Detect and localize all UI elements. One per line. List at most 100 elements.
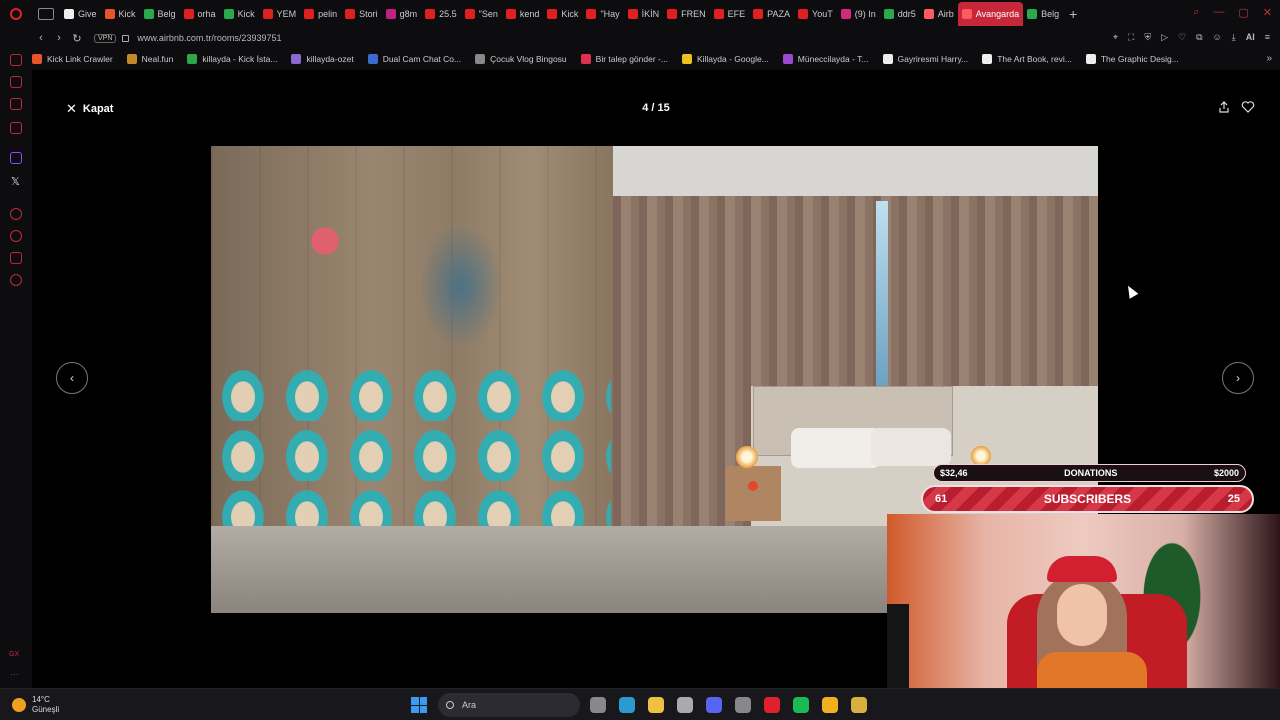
bookmark-item[interactable]: Bir talep gönder -... bbox=[580, 54, 668, 64]
bookmark-item[interactable]: Gayriresmi Harry... bbox=[882, 54, 968, 64]
bookmark-item[interactable]: The Art Book, revi... bbox=[982, 54, 1072, 64]
opera-gx-icon[interactable] bbox=[764, 697, 780, 713]
browser-tab[interactable]: Belg bbox=[1023, 2, 1063, 26]
minimize-icon[interactable]: — bbox=[1213, 6, 1224, 19]
photo-counter: 4 / 15 bbox=[642, 102, 670, 114]
player-icon[interactable] bbox=[10, 208, 22, 220]
instagram-icon[interactable] bbox=[10, 98, 22, 110]
subscribers-label: SUBSCRIBERS bbox=[1043, 492, 1132, 506]
bookmark-label: Çocuk Vlog Bingosu bbox=[490, 54, 567, 64]
bookmark-item[interactable]: Dual Cam Chat Co... bbox=[367, 54, 461, 64]
screenshot-icon[interactable]: ⛶ bbox=[1128, 32, 1134, 43]
weather-desc: Güneşli bbox=[32, 705, 60, 714]
extensions-icon[interactable]: ⧉ bbox=[1196, 32, 1202, 43]
save-heart-icon[interactable] bbox=[1241, 100, 1255, 114]
previous-photo-button[interactable]: ‹ bbox=[56, 362, 88, 394]
vpn-badge[interactable]: VPN bbox=[94, 33, 117, 43]
browser-tab[interactable]: (9) In bbox=[837, 2, 880, 26]
download-icon[interactable]: ⤓ bbox=[1232, 32, 1236, 43]
bookmark-item[interactable]: killayda-ozet bbox=[291, 54, 354, 64]
search-tabs-icon[interactable]: ⌕ bbox=[1193, 6, 1199, 19]
taskbar-search[interactable]: Ara bbox=[438, 693, 580, 717]
bookmark-item[interactable]: Neal.fun bbox=[126, 54, 173, 64]
subscribers-goal: 25 bbox=[1227, 493, 1240, 505]
pin-icon[interactable]: ⌖ bbox=[1113, 32, 1118, 43]
more-icon[interactable]: ··· bbox=[10, 669, 19, 679]
bookmarks-overflow-icon[interactable]: » bbox=[1266, 53, 1272, 64]
bookmark-label: killayda-ozet bbox=[306, 54, 354, 64]
reload-icon[interactable]: ↻ bbox=[68, 32, 86, 45]
edge-icon[interactable] bbox=[619, 697, 635, 713]
browser-tab[interactable]: İKİN bbox=[624, 2, 664, 26]
shield-icon[interactable]: ⛨ bbox=[1144, 32, 1151, 43]
start-button[interactable] bbox=[411, 697, 427, 713]
share-icon[interactable] bbox=[1218, 101, 1230, 113]
browser-tab[interactable]: FREN bbox=[663, 2, 710, 26]
browser-tab[interactable]: Airb bbox=[920, 2, 958, 26]
twitch-icon[interactable] bbox=[10, 152, 22, 164]
steam-icon[interactable] bbox=[735, 697, 751, 713]
browser-tab[interactable]: ddr5 bbox=[880, 2, 920, 26]
browser-tab[interactable]: g8m bbox=[382, 2, 422, 26]
bookmark-item[interactable]: Çocuk Vlog Bingosu bbox=[475, 54, 567, 64]
app-icon[interactable] bbox=[851, 697, 867, 713]
history-icon[interactable] bbox=[10, 230, 22, 242]
bookmark-item[interactable]: Kick Link Crawler bbox=[32, 54, 113, 64]
ai-sidebar-icon[interactable] bbox=[10, 54, 22, 66]
discord-sidebar-icon[interactable] bbox=[10, 122, 22, 134]
messenger-icon[interactable] bbox=[10, 76, 22, 88]
bookmark-item[interactable]: Killayda - Google... bbox=[681, 54, 769, 64]
browser-tab[interactable]: Give bbox=[60, 2, 101, 26]
settings-icon[interactable] bbox=[677, 697, 693, 713]
bookmark-item[interactable]: killayda - Kick İsta... bbox=[187, 54, 277, 64]
browser-tab[interactable]: Kick bbox=[101, 2, 140, 26]
task-view-icon[interactable] bbox=[590, 697, 606, 713]
tab-favicon-icon bbox=[262, 9, 273, 19]
x-twitter-icon[interactable]: 𝕏 bbox=[11, 175, 20, 188]
browser-tab[interactable]: Stori bbox=[341, 2, 382, 26]
extensions-sidebar-icon[interactable] bbox=[10, 252, 22, 264]
browser-tab[interactable]: pelin bbox=[300, 2, 341, 26]
play-icon[interactable]: ▷ bbox=[1161, 32, 1168, 43]
browser-tab[interactable]: Belg bbox=[140, 2, 180, 26]
browser-tab[interactable]: YouT bbox=[794, 2, 837, 26]
tab-favicon-icon bbox=[505, 9, 516, 19]
browser-tab[interactable]: "Hay bbox=[582, 2, 623, 26]
back-icon[interactable]: ‹ bbox=[32, 32, 50, 44]
maximize-icon[interactable]: ▢ bbox=[1238, 6, 1248, 19]
chrome-icon[interactable] bbox=[822, 697, 838, 713]
browser-tab[interactable]: 25.5 bbox=[421, 2, 461, 26]
browser-tab[interactable]: kend bbox=[502, 2, 544, 26]
file-explorer-icon[interactable] bbox=[648, 697, 664, 713]
menu-icon[interactable]: ≡ bbox=[1265, 32, 1270, 43]
forward-icon[interactable]: › bbox=[50, 32, 68, 44]
browser-tab[interactable]: orha bbox=[180, 2, 220, 26]
profile-icon[interactable]: ☺ bbox=[1213, 32, 1222, 43]
settings-sidebar-icon[interactable] bbox=[10, 274, 22, 286]
url-field[interactable]: www.airbnb.com.tr/rooms/23939751 bbox=[137, 33, 281, 43]
lock-icon[interactable] bbox=[122, 34, 130, 42]
weather-widget[interactable]: 14°C Güneşli bbox=[12, 695, 59, 715]
browser-tab[interactable]: Kick bbox=[220, 2, 259, 26]
microphone bbox=[887, 604, 909, 688]
discord-icon[interactable] bbox=[706, 697, 722, 713]
spotify-icon[interactable] bbox=[793, 697, 809, 713]
browser-tab[interactable]: EFE bbox=[710, 2, 750, 26]
gx-icon[interactable]: GX bbox=[9, 651, 19, 658]
tab-label: Kick bbox=[561, 9, 579, 19]
bookmark-item[interactable]: The Graphic Desig... bbox=[1085, 54, 1179, 64]
browser-tab[interactable]: Kick bbox=[543, 2, 582, 26]
browser-tab[interactable]: YEM bbox=[259, 2, 301, 26]
opera-logo-icon[interactable] bbox=[0, 0, 32, 28]
close-window-icon[interactable]: ✕ bbox=[1263, 6, 1272, 19]
browser-tab[interactable]: "Sen bbox=[461, 2, 502, 26]
heart-bookmark-icon[interactable]: ♡ bbox=[1178, 32, 1186, 43]
next-photo-button[interactable]: › bbox=[1222, 362, 1254, 394]
ai-button[interactable]: AI bbox=[1246, 32, 1255, 43]
bookmark-label: Bir talep gönder -... bbox=[595, 54, 668, 64]
bookmark-item[interactable]: Müneccilayda - T... bbox=[782, 54, 869, 64]
browser-tab[interactable]: PAZA bbox=[749, 2, 794, 26]
tab-menu-icon[interactable] bbox=[38, 8, 54, 20]
browser-tab[interactable]: Avangarda bbox=[957, 2, 1024, 26]
new-tab-icon[interactable]: + bbox=[1069, 6, 1077, 22]
